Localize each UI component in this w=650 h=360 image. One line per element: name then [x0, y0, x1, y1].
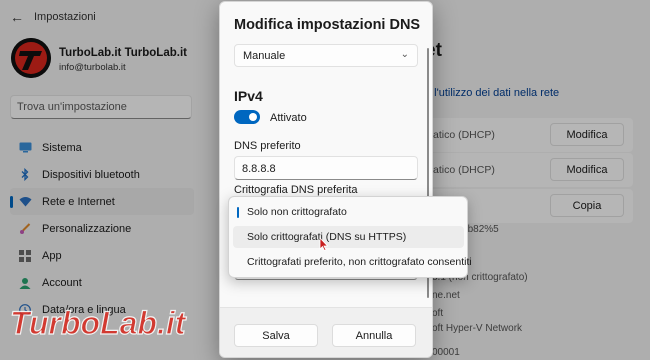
encryption-label: Crittografia DNS preferita	[234, 184, 358, 196]
dropdown-option[interactable]: Solo non crittografato	[233, 201, 464, 223]
dialog-title: Modifica impostazioni DNS	[234, 17, 421, 33]
toggle-label: Attivato	[270, 112, 307, 124]
encryption-dropdown: Solo non crittografato Solo crittografat…	[228, 196, 472, 278]
mouse-pointer-icon	[319, 237, 329, 251]
section-title: IPv4	[234, 88, 263, 104]
save-button[interactable]: Salva	[234, 324, 318, 347]
preferred-dns-input[interactable]	[242, 161, 402, 176]
dropdown-option[interactable]: Solo crittografati (DNS su HTTPS)	[233, 226, 464, 248]
select-value: Manuale	[243, 50, 286, 62]
ipv4-toggle[interactable]	[234, 110, 260, 124]
cancel-button[interactable]: Annulla	[332, 324, 416, 347]
chevron-down-icon: ⌄	[400, 49, 409, 60]
preferred-dns-label: DNS preferito	[234, 140, 301, 152]
dropdown-option[interactable]: Crittografati preferito, non crittografa…	[233, 251, 472, 273]
dns-mode-select[interactable]: Manuale ⌄	[234, 44, 418, 67]
dns-settings-dialog: Modifica impostazioni DNS Manuale ⌄ IPv4…	[219, 1, 433, 358]
dialog-footer: Salva Annulla	[220, 307, 432, 357]
preferred-dns-field[interactable]	[234, 156, 418, 180]
